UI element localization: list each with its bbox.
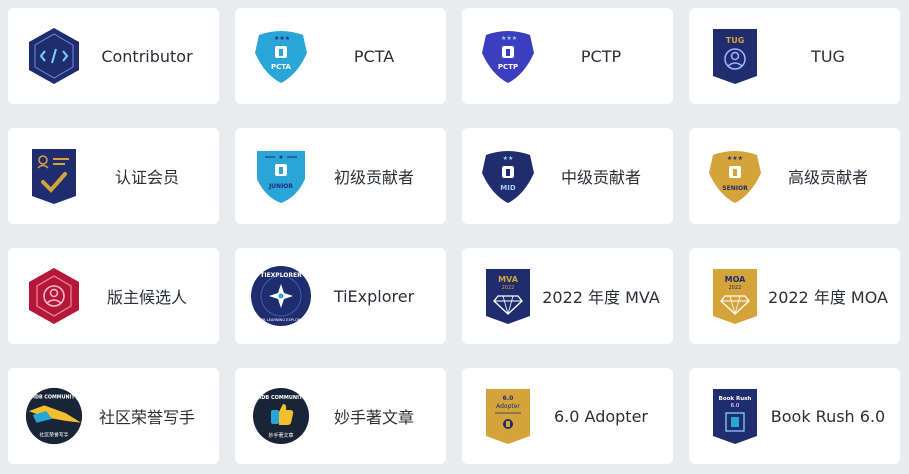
badge-card-senior-contributor[interactable]: ★★★ SENIOR 高级贡献者 (689, 128, 900, 224)
moa-diamond-icon: MOA 2022 (704, 265, 766, 327)
badge-card-contributor[interactable]: Contributor (8, 8, 219, 104)
badge-label: TUG (811, 46, 845, 66)
badge-label: 2022 年度 MOA (768, 288, 888, 307)
honor-writer-pen-icon: TIDB COMMUNITY 社区荣誉写手 (23, 385, 85, 447)
tug-user-shield-icon: TUG (704, 25, 766, 87)
mid-shield-icon: ★★ MID (477, 145, 539, 207)
badge-card-moderator-candidate[interactable]: 版主候选人 (8, 248, 219, 344)
pcta-badge-text: PCTA (271, 63, 291, 71)
badge-card-certified-member[interactable]: 认证会员 (8, 128, 219, 224)
mva-badge-text: MVA (498, 275, 519, 284)
svg-text:★★★: ★★★ (501, 35, 517, 42)
badge-card-community-honor-writer[interactable]: TIDB COMMUNITY 社区荣誉写手 社区荣誉写手 (8, 368, 219, 464)
badge-label: PCTP (580, 46, 622, 66)
honor-writer-top-text: TIDB COMMUNITY (30, 395, 79, 401)
book-rush-book-icon: Book Rush 6.0 (704, 385, 766, 447)
junior-badge-text: JUNIOR (268, 183, 293, 190)
pctp-shield-icon: ★★★ PCTP (477, 25, 539, 87)
badge-card-book-rush[interactable]: Book Rush 6.0 Book Rush 6.0 (689, 368, 900, 464)
badge-card-tiexplorer[interactable]: TIEXPLORER TIDB LEARNING EXPLORER TiExpl… (235, 248, 446, 344)
moa-badge-year: 2022 (729, 285, 742, 291)
pctp-badge-text: PCTP (498, 63, 518, 71)
badge-label: 版主候选人 (106, 288, 187, 307)
certified-member-check-icon (23, 145, 85, 207)
badge-card-pcta[interactable]: ★★★ PCTA PCTA (235, 8, 446, 104)
mva-diamond-icon: MVA 2022 (477, 265, 539, 327)
skilled-writer-bottom-text: 妙手著文章 (268, 432, 293, 439)
badge-card-moa-2022[interactable]: MOA 2022 2022 年度 MOA (689, 248, 900, 344)
badge-card-mva-2022[interactable]: MVA 2022 2022 年度 MVA (462, 248, 673, 344)
tug-badge-text: TUG (726, 36, 745, 45)
senior-badge-text: SENIOR (722, 185, 748, 192)
badge-label: 中级贡献者 (560, 168, 641, 187)
tiexplorer-bottom-text: TIDB LEARNING EXPLORER (256, 318, 306, 322)
badge-card-mid-contributor[interactable]: ★★ MID 中级贡献者 (462, 128, 673, 224)
adopter-badge-text: 6.0 (503, 395, 514, 402)
book-rush-badge-text: Book Rush (719, 396, 752, 402)
mid-badge-text: MID (500, 184, 516, 192)
pcta-shield-icon: ★★★ PCTA (250, 25, 312, 87)
badge-label: PCTA (353, 46, 395, 66)
badge-label: 2022 年度 MVA (542, 288, 660, 307)
moderator-candidate-user-icon (23, 265, 85, 327)
junior-shield-icon: ★ JUNIOR (250, 145, 312, 207)
adopter-badge-sub: Adopter (496, 403, 520, 410)
badge-grid: Contributor ★★★ PCTA PCTA ★★★ PCTP PCTP (8, 8, 900, 464)
svg-text:★★★: ★★★ (727, 155, 743, 162)
badge-card-junior-contributor[interactable]: ★ JUNIOR 初级贡献者 (235, 128, 446, 224)
senior-shield-icon: ★★★ SENIOR (704, 145, 766, 207)
badge-label: 初级贡献者 (333, 168, 414, 187)
skilled-writer-top-text: TIDB COMMUNITY (256, 395, 306, 401)
moa-badge-text: MOA (725, 275, 747, 284)
badge-label: 6.0 Adopter (554, 406, 648, 426)
badge-label: 社区荣誉写手 (98, 408, 195, 427)
badge-label: 妙手著文章 (333, 408, 414, 427)
mva-badge-year: 2022 (502, 285, 515, 291)
tiexplorer-compass-icon: TIEXPLORER TIDB LEARNING EXPLORER (250, 265, 312, 327)
badge-card-pctp[interactable]: ★★★ PCTP PCTP (462, 8, 673, 104)
badge-label: TiExplorer (333, 286, 415, 306)
badge-card-skilled-writer[interactable]: TIDB COMMUNITY 妙手著文章 妙手著文章 (235, 368, 446, 464)
badge-card-6-0-adopter[interactable]: 6.0 Adopter 6.0 Adopter (462, 368, 673, 464)
contributor-code-icon (23, 25, 85, 87)
badge-card-tug[interactable]: TUG TUG (689, 8, 900, 104)
svg-text:★: ★ (278, 154, 283, 161)
badge-label: Contributor (101, 46, 193, 66)
badge-label: Book Rush 6.0 (770, 406, 886, 426)
honor-writer-bottom-text: 社区荣誉写手 (40, 431, 69, 438)
svg-text:★★★: ★★★ (274, 35, 290, 42)
badge-label: 认证会员 (114, 168, 179, 187)
adopter-tidb-icon: 6.0 Adopter (477, 385, 539, 447)
svg-text:★★: ★★ (503, 155, 514, 162)
badge-label: 高级贡献者 (787, 168, 868, 187)
book-rush-badge-sub: 6.0 (731, 403, 740, 409)
tiexplorer-top-text: TIEXPLORER (260, 272, 302, 279)
skilled-writer-thumbs-up-icon: TIDB COMMUNITY 妙手著文章 (250, 385, 312, 447)
